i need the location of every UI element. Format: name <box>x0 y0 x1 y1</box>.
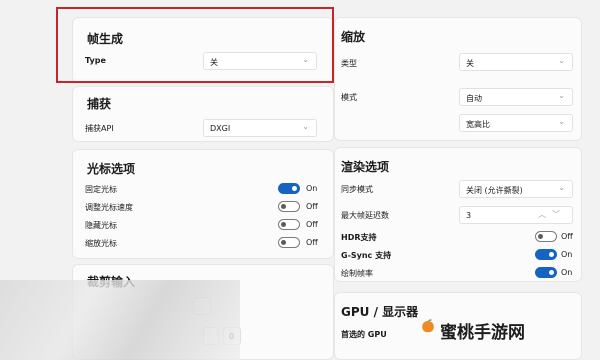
capture-api-value: DXGI <box>210 124 231 133</box>
fix-cursor-toggle[interactable] <box>278 183 300 194</box>
scale-mode-value: 自动 <box>466 94 482 103</box>
capture-api-label: 捕获API <box>85 124 114 133</box>
render-card: 渲染选项 同步模式 关闭 (允许撕裂) ⌄ 最大帧延迟数 3 ︿﹀ HDR支持 … <box>334 147 582 282</box>
toggle-state: Off <box>306 238 318 247</box>
preferred-gpu-label: 首选的 GPU <box>341 330 387 339</box>
draw-fps-toggle[interactable] <box>535 267 557 278</box>
sync-mode-label: 同步模式 <box>341 185 373 194</box>
capture-title: 捕获 <box>87 97 112 111</box>
chevron-down-icon: ⌄ <box>558 117 565 126</box>
cursor-item-label: 固定光标 <box>85 185 117 194</box>
scale-card: 缩放 类型 关 ⌄ 模式 自动 ⌄ 宽高比 ⌄ <box>334 17 582 141</box>
hide-cursor-toggle[interactable] <box>278 219 300 230</box>
max-frames-value: 3 <box>466 211 472 220</box>
gsync-toggle[interactable] <box>535 249 557 260</box>
gsync-label: G-Sync 支持 <box>341 251 392 260</box>
toggle-state: Off <box>561 232 573 241</box>
toggle-state: Off <box>306 202 318 211</box>
sync-mode-value: 关闭 (允许撕裂) <box>466 186 523 195</box>
highlight-box <box>56 7 334 83</box>
toggle-state: Off <box>306 220 318 229</box>
toggle-state: On <box>561 250 573 259</box>
render-title: 渲染选项 <box>341 160 390 174</box>
sync-mode-select[interactable]: 关闭 (允许撕裂) ⌄ <box>459 180 573 198</box>
cursor-item-label: 调整光标速度 <box>85 203 133 212</box>
scale-type-label: 类型 <box>341 59 357 68</box>
scale-ratio-value: 宽高比 <box>466 120 490 129</box>
peach-logo-icon <box>422 319 434 333</box>
gpu-title: GPU / 显示器 <box>341 305 419 319</box>
scale-type-value: 关 <box>466 59 474 68</box>
cursor-item-label: 隐藏光标 <box>85 221 117 230</box>
cursor-speed-toggle[interactable] <box>278 201 300 212</box>
cursor-title: 光标选项 <box>87 162 136 176</box>
watermark-text: 蜜桃手游网 <box>440 323 525 343</box>
blurred-region <box>0 280 240 360</box>
chevron-down-icon: ⌄ <box>302 122 309 131</box>
scale-cursor-toggle[interactable] <box>278 237 300 248</box>
cursor-item-label: 缩放光标 <box>85 239 117 248</box>
scale-mode-select[interactable]: 自动 ⌄ <box>459 88 573 106</box>
toggle-state: On <box>561 268 573 277</box>
chevron-down-icon: ⌄ <box>558 183 565 192</box>
max-frames-stepper[interactable]: 3 ︿﹀ <box>459 206 573 224</box>
hdr-toggle[interactable] <box>535 231 557 242</box>
chevron-down-icon: ⌄ <box>558 91 565 100</box>
capture-card: 捕获 捕获API DXGI ⌄ <box>72 86 334 142</box>
chevron-down-icon: ⌄ <box>558 56 565 65</box>
cursor-card: 光标选项 固定光标 On 调整光标速度 Off 隐藏光标 Off 缩放光标 Of… <box>72 149 334 259</box>
toggle-state: On <box>306 184 318 193</box>
stepper-arrows-icon[interactable]: ︿﹀ <box>538 209 566 220</box>
draw-fps-label: 绘制帧率 <box>341 269 373 278</box>
scale-ratio-select[interactable]: 宽高比 ⌄ <box>459 114 573 132</box>
scale-type-select[interactable]: 关 ⌄ <box>459 53 573 71</box>
hdr-label: HDR支持 <box>341 233 377 242</box>
max-frames-label: 最大帧延迟数 <box>341 211 389 220</box>
scale-mode-label: 模式 <box>341 93 357 102</box>
capture-api-select[interactable]: DXGI ⌄ <box>203 119 317 137</box>
scale-title: 缩放 <box>341 30 366 44</box>
